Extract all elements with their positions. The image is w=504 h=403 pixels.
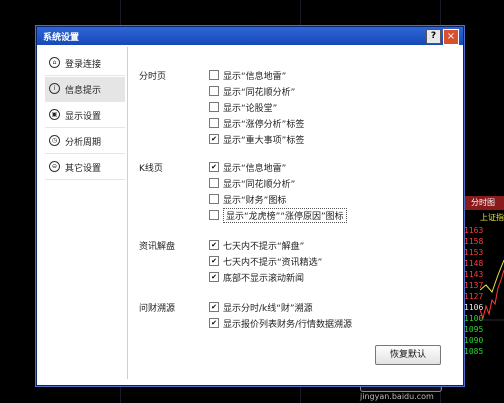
option-label: 显示“论股堂” (223, 104, 278, 114)
option-label: 显示“财务”图标 (223, 196, 287, 206)
watermark-url: jingyan.baidu.com (360, 392, 434, 401)
section-label-news: 资讯解盘 (139, 242, 176, 252)
sidebar-item-info[interactable]: i 信息提示 (45, 77, 125, 102)
checkbox[interactable]: ✔ (209, 256, 219, 266)
sidebar-item-label: 分析周期 (65, 138, 102, 148)
display-icon: ▣ (49, 109, 60, 120)
more-icon: ⊖ (49, 161, 60, 172)
checkbox[interactable] (209, 210, 219, 220)
background-index-label: 上证指 (480, 213, 504, 222)
checkbox[interactable]: ✔ (209, 302, 219, 312)
option-label: 底部不显示滚动新闻 (223, 274, 305, 284)
sidebar-item-period[interactable]: ◷ 分析周期 (45, 129, 125, 154)
checkbox[interactable]: ✔ (209, 272, 219, 282)
checkbox[interactable]: ✔ (209, 240, 219, 250)
background-tab-intraday[interactable]: 分时图 (462, 196, 504, 210)
checkbox[interactable]: ✔ (209, 134, 219, 144)
option-label: 显示“同花顺分析” (223, 180, 296, 190)
close-button[interactable]: × (443, 29, 459, 45)
option-label: 七天内不提示“资讯精选” (223, 258, 323, 268)
user-icon: ⌂ (49, 57, 60, 68)
sidebar-item-display[interactable]: ▣ 显示设置 (45, 103, 125, 128)
settings-content: 分时页 显示“信息地雷” 显示“同花顺分析” 显示“论股堂” 显示“涨停分析”标… (129, 47, 459, 381)
option-label: 显示“信息地雷” (223, 72, 287, 82)
checkbox[interactable] (209, 178, 219, 188)
sidebar-item-other[interactable]: ⊖ 其它设置 (45, 155, 125, 180)
option-label: 七天内不提示“解盘” (223, 242, 305, 252)
checkbox[interactable] (209, 70, 219, 80)
section-label-fenshi: 分时页 (139, 72, 167, 82)
sidebar-item-label: 其它设置 (65, 164, 102, 174)
option-label: 显示分时/k线“财”溯源 (223, 304, 313, 314)
dialog-titlebar[interactable]: 系统设置 ? × (37, 27, 463, 45)
info-icon: i (49, 83, 60, 94)
section-label-kline: K线页 (139, 164, 163, 174)
checkbox[interactable] (209, 194, 219, 204)
checkbox[interactable] (209, 102, 219, 112)
system-settings-dialog: 系统设置 ? × ⌂ 登录连接 i 信息提示 ▣ 显示设置 ◷ 分析周期 ⊖ 其… (36, 26, 464, 386)
option-label: 显示“信息地雷” (223, 164, 287, 174)
clock-icon: ◷ (49, 135, 60, 146)
option-label: 显示“龙虎榜”“涨停原因”图标 (223, 208, 347, 223)
sidebar-item-login[interactable]: ⌂ 登录连接 (45, 51, 125, 76)
checkbox[interactable]: ✔ (209, 318, 219, 328)
sidebar-item-label: 登录连接 (65, 60, 102, 70)
option-label: 显示“同花顺分析” (223, 88, 296, 98)
background-price-chart (480, 259, 504, 321)
restore-defaults-button[interactable]: 恢复默认 (375, 345, 441, 365)
option-label: 显示“涨停分析”标签 (223, 120, 305, 130)
checkbox[interactable] (209, 118, 219, 128)
option-label: 显示报价列表财务/行情数据溯源 (223, 320, 353, 330)
checkbox[interactable]: ✔ (209, 162, 219, 172)
dialog-title: 系统设置 (43, 33, 80, 43)
settings-sidebar: ⌂ 登录连接 i 信息提示 ▣ 显示设置 ◷ 分析周期 ⊖ 其它设置 (41, 47, 128, 379)
option-label: 显示“重大事项”标签 (223, 136, 305, 146)
sidebar-item-label: 显示设置 (65, 112, 102, 122)
section-label-wencai: 问财溯源 (139, 304, 176, 314)
sidebar-item-label: 信息提示 (65, 86, 102, 96)
checkbox[interactable] (209, 86, 219, 96)
help-button[interactable]: ? (426, 29, 441, 44)
